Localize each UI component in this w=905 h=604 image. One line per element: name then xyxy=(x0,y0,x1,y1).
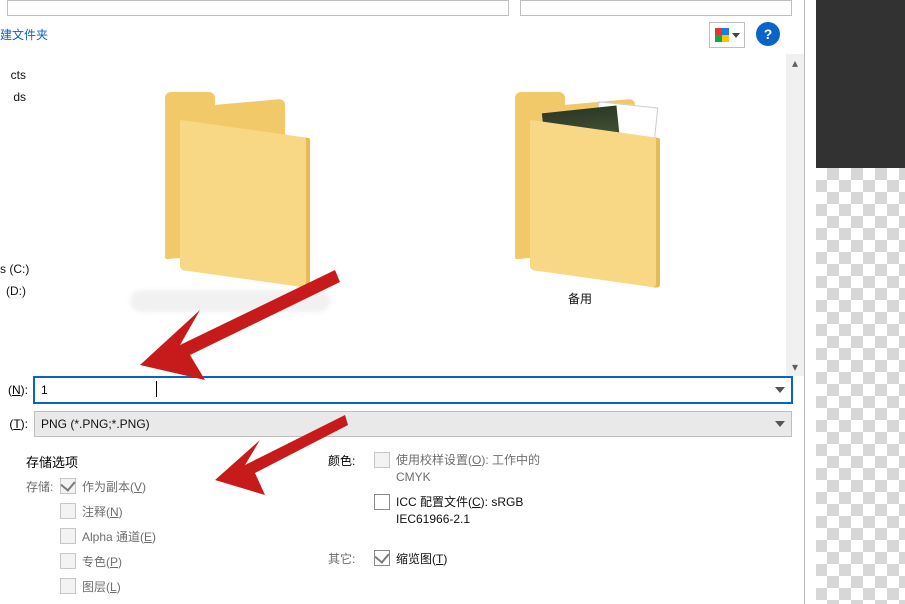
new-folder-button[interactable]: 建文件夹 xyxy=(0,26,48,43)
other-checkbox-column: 缩览图(T) xyxy=(374,550,447,575)
stage: 建文件夹 ? cts ds s (C:) (D:) xyxy=(0,0,905,604)
filename-input[interactable] xyxy=(35,383,769,397)
checkbox-thumbnail[interactable]: 缩览图(T) xyxy=(374,550,447,567)
tree-item[interactable]: cts xyxy=(0,64,30,86)
chevron-down-icon[interactable] xyxy=(769,378,791,402)
checkbox-notes: 注释(N) xyxy=(60,503,156,520)
scroll-down-icon[interactable]: ▾ xyxy=(786,358,804,376)
save-dialog: 建文件夹 ? cts ds s (C:) (D:) xyxy=(0,0,804,604)
search-box-fragment[interactable] xyxy=(520,0,792,16)
dialog-toolbar: 建文件夹 ? xyxy=(0,18,804,55)
folder-item[interactable] xyxy=(120,74,340,312)
other-group-label: 其它: xyxy=(328,550,355,567)
folder-content-pane[interactable]: 备用 ▴ ▾ xyxy=(30,54,804,376)
view-mode-button[interactable] xyxy=(709,22,745,48)
folder-icon xyxy=(145,74,315,284)
checkbox-icc-profile[interactable]: ICC 配置文件(C): sRGB IEC61966-2.1 xyxy=(374,494,554,528)
checkbox-proof-setup: 使用校样设置(O): 工作中的 CMYK xyxy=(374,452,554,486)
dialog-shadow-gap xyxy=(804,0,816,604)
scroll-up-icon[interactable]: ▴ xyxy=(786,54,804,72)
folder-label-redacted xyxy=(130,290,330,312)
filetype-row: (T): PNG (*.PNG;*.PNG) xyxy=(0,410,804,438)
help-button[interactable]: ? xyxy=(756,22,780,46)
folder-item[interactable]: 备用 xyxy=(470,74,690,307)
vertical-scrollbar[interactable]: ▴ ▾ xyxy=(786,54,804,376)
checkbox-spot: 专色(P) xyxy=(60,553,156,570)
chevron-down-icon[interactable] xyxy=(769,412,791,436)
address-bar-fragment[interactable] xyxy=(7,0,509,16)
filetype-label: (T): xyxy=(0,417,30,431)
folder-label: 备用 xyxy=(470,290,690,307)
filename-label: (N): xyxy=(0,383,30,397)
filetype-value: PNG (*.PNG;*.PNG) xyxy=(35,417,769,431)
tree-item[interactable]: ds xyxy=(0,86,30,108)
checkbox-layers: 图层(L) xyxy=(60,578,156,595)
filename-combobox[interactable] xyxy=(34,377,792,403)
checkbox-alpha: Alpha 通道(E) xyxy=(60,528,156,545)
filetype-combobox[interactable]: PNG (*.PNG;*.PNG) xyxy=(34,411,792,437)
save-options-panel: 存储选项 存储: 作为副本(V) 注释(N) Alpha 通道(E) 专色(P)… xyxy=(0,444,804,604)
save-group-label: 存储: xyxy=(26,478,53,495)
tree-item[interactable]: s (C:) xyxy=(0,258,30,280)
tree-item[interactable]: (D:) xyxy=(0,280,30,302)
chevron-down-icon xyxy=(732,33,740,38)
folder-tree-sidebar[interactable]: cts ds s (C:) (D:) xyxy=(0,54,31,376)
color-group-label: 颜色: xyxy=(328,452,355,469)
filename-row: (N): xyxy=(0,376,804,404)
save-checkbox-column: 作为副本(V) 注释(N) Alpha 通道(E) 专色(P) 图层(L) xyxy=(60,478,156,603)
options-header: 存储选项 xyxy=(26,452,78,471)
dialog-top-strip xyxy=(0,0,804,18)
app-background-dark xyxy=(815,0,905,168)
folder-icon xyxy=(495,74,665,284)
color-checkbox-column: 使用校样设置(O): 工作中的 CMYK ICC 配置文件(C): sRGB I… xyxy=(374,452,554,536)
view-mode-icon xyxy=(715,28,729,42)
checkbox-as-copy[interactable]: 作为副本(V) xyxy=(60,478,156,495)
canvas-checkerboard xyxy=(815,168,905,604)
help-icon: ? xyxy=(764,26,773,42)
